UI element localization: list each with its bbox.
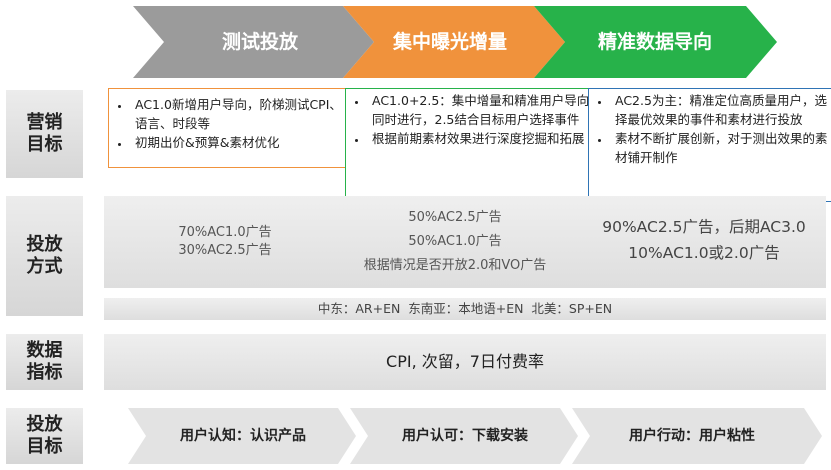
delivery-col-exposure: 50%AC2.5广告 50%AC1.0广告 根据情况是否开放2.0和VO广告 bbox=[340, 206, 570, 278]
row-label-data-metrics-text: 数据 指标 bbox=[26, 340, 63, 383]
delivery-col-precise-line-2: 10%AC1.0或2.0广告 bbox=[628, 244, 780, 262]
delivery-col-test: 70%AC1.0广告 30%AC2.5广告 bbox=[130, 224, 320, 260]
delivery-col-precise: 90%AC2.5广告，后期AC3.0 10%AC1.0或2.0广告 bbox=[584, 214, 824, 266]
row-label-delivery-goal-text: 投放 目标 bbox=[26, 414, 63, 457]
delivery-col-test-line-1: 70%AC1.0广告 bbox=[178, 225, 272, 240]
marketing-box-precise-bullet-1: AC2.5为主：精准定位高质量用户，选择最优效果的事件和素材进行投放 bbox=[611, 91, 831, 129]
marketing-box-precise-bullet-2: 素材不断扩展创新，对于测出效果的素材铺开制作 bbox=[611, 129, 831, 167]
marketing-box-precise: AC2.5为主：精准定位高质量用户，选择最优效果的事件和素材进行投放 素材不断扩… bbox=[588, 88, 831, 202]
marketing-box-test: AC1.0新增用户导向，阶梯测试CPI、语言、时段等 初期出价&预算&素材优化 bbox=[108, 88, 356, 168]
goal-awareness: 用户认知：认识产品 bbox=[180, 428, 306, 444]
stage-label-test: 测试投放 bbox=[221, 31, 298, 53]
marketing-box-exposure-bullet-2: 根据前期素材效果进行深度挖掘和拓展 bbox=[368, 129, 591, 148]
row-label-delivery-method: 投放 方式 bbox=[6, 196, 83, 316]
delivery-col-exposure-line-3: 根据情况是否开放2.0和VO广告 bbox=[363, 258, 547, 273]
row-label-data-metrics: 数据 指标 bbox=[6, 334, 83, 390]
delivery-col-exposure-line-2: 50%AC1.0广告 bbox=[408, 234, 502, 249]
delivery-col-test-line-2: 30%AC2.5广告 bbox=[178, 243, 272, 258]
marketing-box-exposure-bullet-1: AC1.0+2.5：集中增量和精准用户导向同时进行，2.5结合目标用户选择事件 bbox=[368, 91, 591, 129]
stage-label-exposure: 集中曝光增量 bbox=[392, 31, 507, 53]
marketing-box-test-bullet-2: 初期出价&预算&素材优化 bbox=[131, 133, 349, 152]
regions-text: 中东：AR+EN 东南亚：本地语+EN 北美：SP+EN bbox=[317, 301, 613, 316]
goal-action: 用户行动：用户粘性 bbox=[629, 428, 755, 444]
delivery-col-precise-line-1: 90%AC2.5广告，后期AC3.0 bbox=[602, 218, 806, 236]
delivery-col-exposure-line-1: 50%AC2.5广告 bbox=[408, 210, 502, 225]
marketing-box-test-bullet-1: AC1.0新增用户导向，阶梯测试CPI、语言、时段等 bbox=[131, 95, 349, 133]
row-label-marketing-goal: 营销 目标 bbox=[6, 90, 83, 178]
row-label-delivery-method-text: 投放 方式 bbox=[26, 234, 63, 277]
stage-label-precise: 精准数据导向 bbox=[597, 31, 712, 53]
goal-approval: 用户认可：下载安装 bbox=[402, 428, 528, 444]
marketing-box-exposure: AC1.0+2.5：集中增量和精准用户导向同时进行，2.5结合目标用户选择事件 … bbox=[345, 88, 598, 202]
row-label-delivery-goal: 投放 目标 bbox=[6, 408, 83, 464]
metrics-text: CPI, 次留，7日付费率 bbox=[386, 352, 544, 371]
row-label-marketing-goal-text: 营销 目标 bbox=[26, 112, 63, 155]
